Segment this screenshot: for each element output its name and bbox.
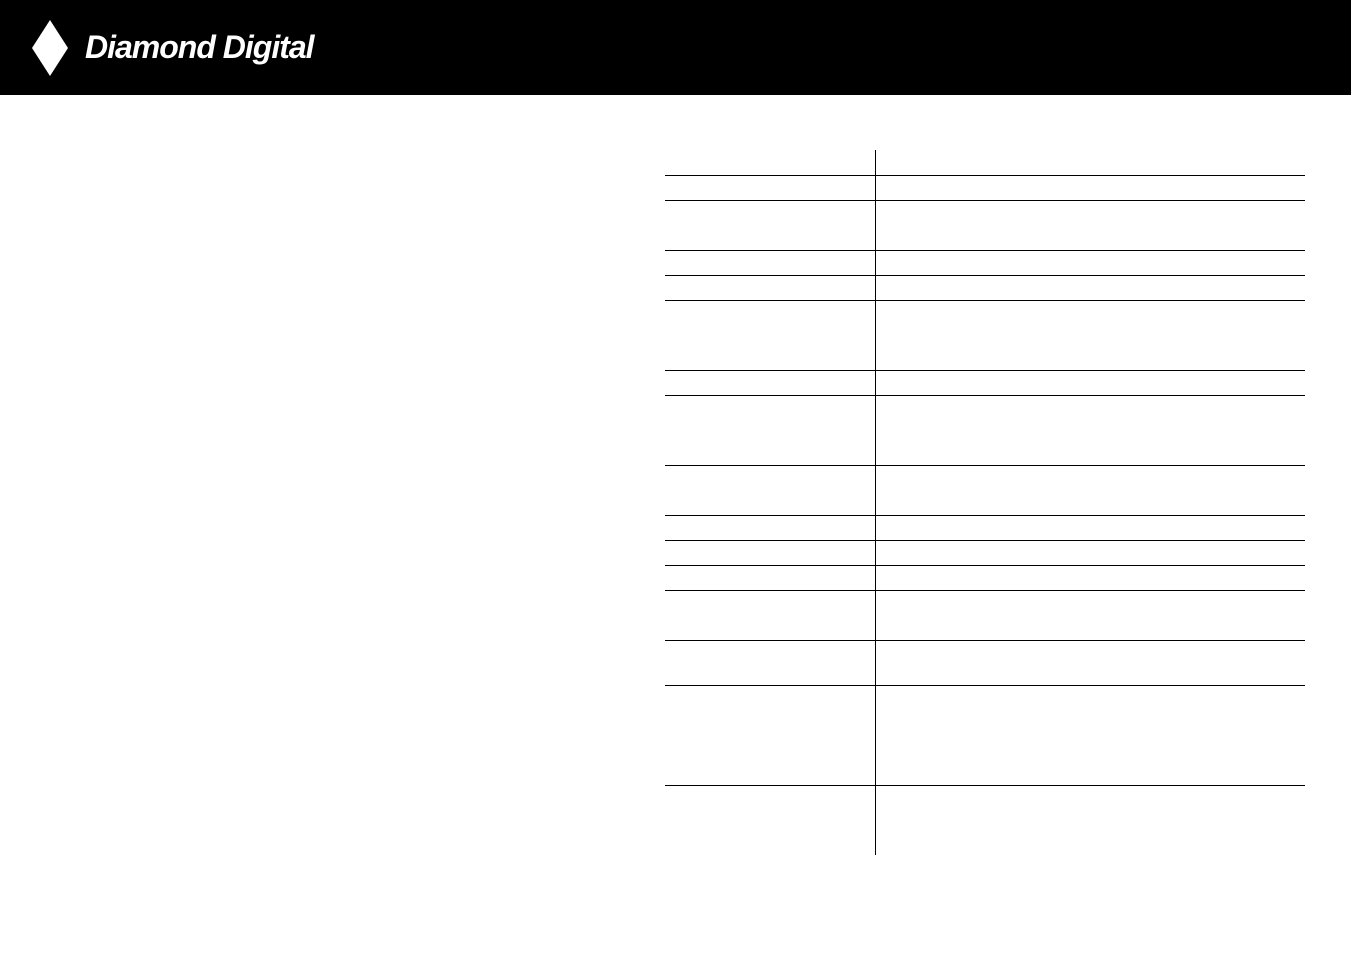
spec-label-cell bbox=[665, 515, 875, 540]
spec-label-cell bbox=[665, 150, 875, 175]
spec-table-wrap bbox=[665, 150, 1305, 855]
table-row bbox=[665, 370, 1305, 395]
spec-value-cell bbox=[875, 540, 1305, 565]
table-row bbox=[665, 685, 1305, 785]
table-row bbox=[665, 300, 1305, 370]
spec-label-cell bbox=[665, 685, 875, 785]
spec-value-cell bbox=[875, 590, 1305, 640]
spec-label-cell bbox=[665, 370, 875, 395]
spec-value-cell bbox=[875, 150, 1305, 175]
spec-value-cell bbox=[875, 175, 1305, 200]
spec-label-cell bbox=[665, 275, 875, 300]
diamond-icon bbox=[30, 18, 70, 78]
spec-value-cell bbox=[875, 395, 1305, 465]
table-row bbox=[665, 250, 1305, 275]
table-row bbox=[665, 515, 1305, 540]
spec-label-cell bbox=[665, 565, 875, 590]
table-row bbox=[665, 150, 1305, 175]
table-row bbox=[665, 275, 1305, 300]
spec-label-cell bbox=[665, 465, 875, 515]
spec-value-cell bbox=[875, 200, 1305, 250]
spec-label-cell bbox=[665, 250, 875, 275]
spec-value-cell bbox=[875, 640, 1305, 685]
spec-label-cell bbox=[665, 395, 875, 465]
spec-value-cell bbox=[875, 685, 1305, 785]
spec-label-cell bbox=[665, 640, 875, 685]
spec-label-cell bbox=[665, 590, 875, 640]
spec-label-cell bbox=[665, 300, 875, 370]
table-row bbox=[665, 540, 1305, 565]
spec-value-cell bbox=[875, 785, 1305, 855]
spec-value-cell bbox=[875, 250, 1305, 275]
table-row bbox=[665, 565, 1305, 590]
spec-value-cell bbox=[875, 300, 1305, 370]
table-row bbox=[665, 395, 1305, 465]
spec-label-cell bbox=[665, 785, 875, 855]
spec-label-cell bbox=[665, 200, 875, 250]
spec-value-cell bbox=[875, 275, 1305, 300]
table-row bbox=[665, 465, 1305, 515]
table-row bbox=[665, 175, 1305, 200]
spec-value-cell bbox=[875, 565, 1305, 590]
spec-label-cell bbox=[665, 540, 875, 565]
brand-title: Diamond Digital bbox=[85, 29, 314, 66]
spec-label-cell bbox=[665, 175, 875, 200]
spec-value-cell bbox=[875, 465, 1305, 515]
table-row bbox=[665, 590, 1305, 640]
spec-value-cell bbox=[875, 515, 1305, 540]
table-row bbox=[665, 640, 1305, 685]
spec-table bbox=[665, 150, 1305, 855]
table-row bbox=[665, 785, 1305, 855]
header-bar: Diamond Digital bbox=[0, 0, 1351, 95]
spec-value-cell bbox=[875, 370, 1305, 395]
table-row bbox=[665, 200, 1305, 250]
